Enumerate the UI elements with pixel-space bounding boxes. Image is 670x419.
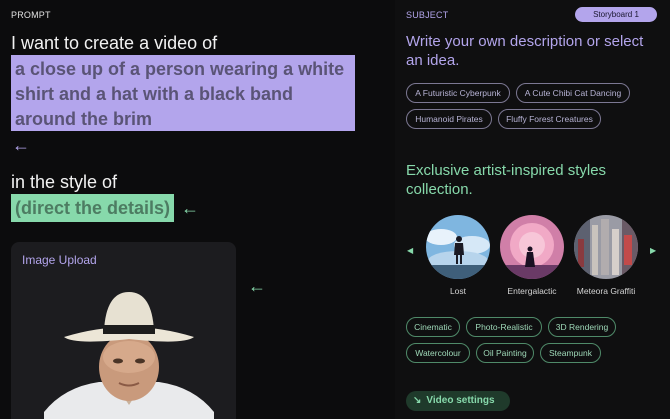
arrow-left-icon[interactable]: ← [181, 199, 199, 217]
style-chip-steampunk[interactable]: Steampunk [540, 343, 601, 363]
uploaded-portrait-image [44, 287, 214, 419]
carousel-prev-icon[interactable]: ◀ [407, 246, 413, 255]
style-thumb-label: Meteora Graffiti [576, 286, 636, 296]
idea-chip-humanoid-pirates[interactable]: Humanoid Pirates [406, 109, 492, 129]
style-chip-cinematic[interactable]: Cinematic [406, 317, 460, 337]
video-settings-label: Video settings [426, 395, 495, 406]
subject-text-field[interactable]: a close up of a person wearing a white s… [11, 55, 355, 131]
idea-chip-futuristic-cyberpunk[interactable]: A Futuristic Cyberpunk [406, 83, 510, 103]
style-chip-watercolour[interactable]: Watercolour [406, 343, 470, 363]
image-upload-title: Image Upload [22, 253, 97, 267]
arrow-left-icon[interactable]: ← [248, 277, 266, 295]
styles-heading: Exclusive artist-inspired styles collect… [406, 162, 607, 198]
style-thumb-label: Lost [449, 286, 467, 296]
prompt-section-label: PROMPT [11, 10, 51, 20]
prompt-panel: PROMPT I want to create a video of a clo… [0, 0, 395, 419]
arrow-down-right-icon: ↘ [413, 395, 422, 406]
storyboard-button[interactable]: Storyboard 1 [575, 7, 657, 22]
arrow-left-icon[interactable]: ← [12, 136, 30, 154]
style-thumb-entergalactic[interactable] [500, 215, 564, 279]
subject-panel: SUBJECT Storyboard 1 Write your own desc… [395, 0, 670, 419]
style-chip-3d-rendering[interactable]: 3D Rendering [548, 317, 616, 337]
image-upload-card[interactable]: Image Upload [11, 242, 236, 419]
style-thumb-label: Entergalactic [507, 286, 557, 296]
style-thumb-lost[interactable] [426, 215, 490, 279]
style-chip-oil-painting[interactable]: Oil Painting [476, 343, 534, 363]
carousel-next-icon[interactable]: ▶ [650, 246, 656, 255]
subject-section-label: SUBJECT [406, 10, 449, 20]
idea-chip-chibi-cat[interactable]: A Cute Chibi Cat Dancing [516, 83, 630, 103]
idea-chip-forest-creatures[interactable]: Fluffy Forest Creatures [498, 109, 601, 129]
style-chip-photo-realistic[interactable]: Photo-Realistic [466, 317, 542, 337]
style-thumb-meteora-graffiti[interactable] [574, 215, 638, 279]
style-text-field[interactable]: (direct the details) [11, 194, 175, 222]
style-intro-text: in the style of [11, 172, 118, 192]
subject-heading: Write your own description or select an … [406, 33, 644, 69]
prompt-intro-text: I want to create a video of [11, 33, 218, 53]
video-settings-button[interactable]: ↘ Video settings [406, 391, 510, 411]
